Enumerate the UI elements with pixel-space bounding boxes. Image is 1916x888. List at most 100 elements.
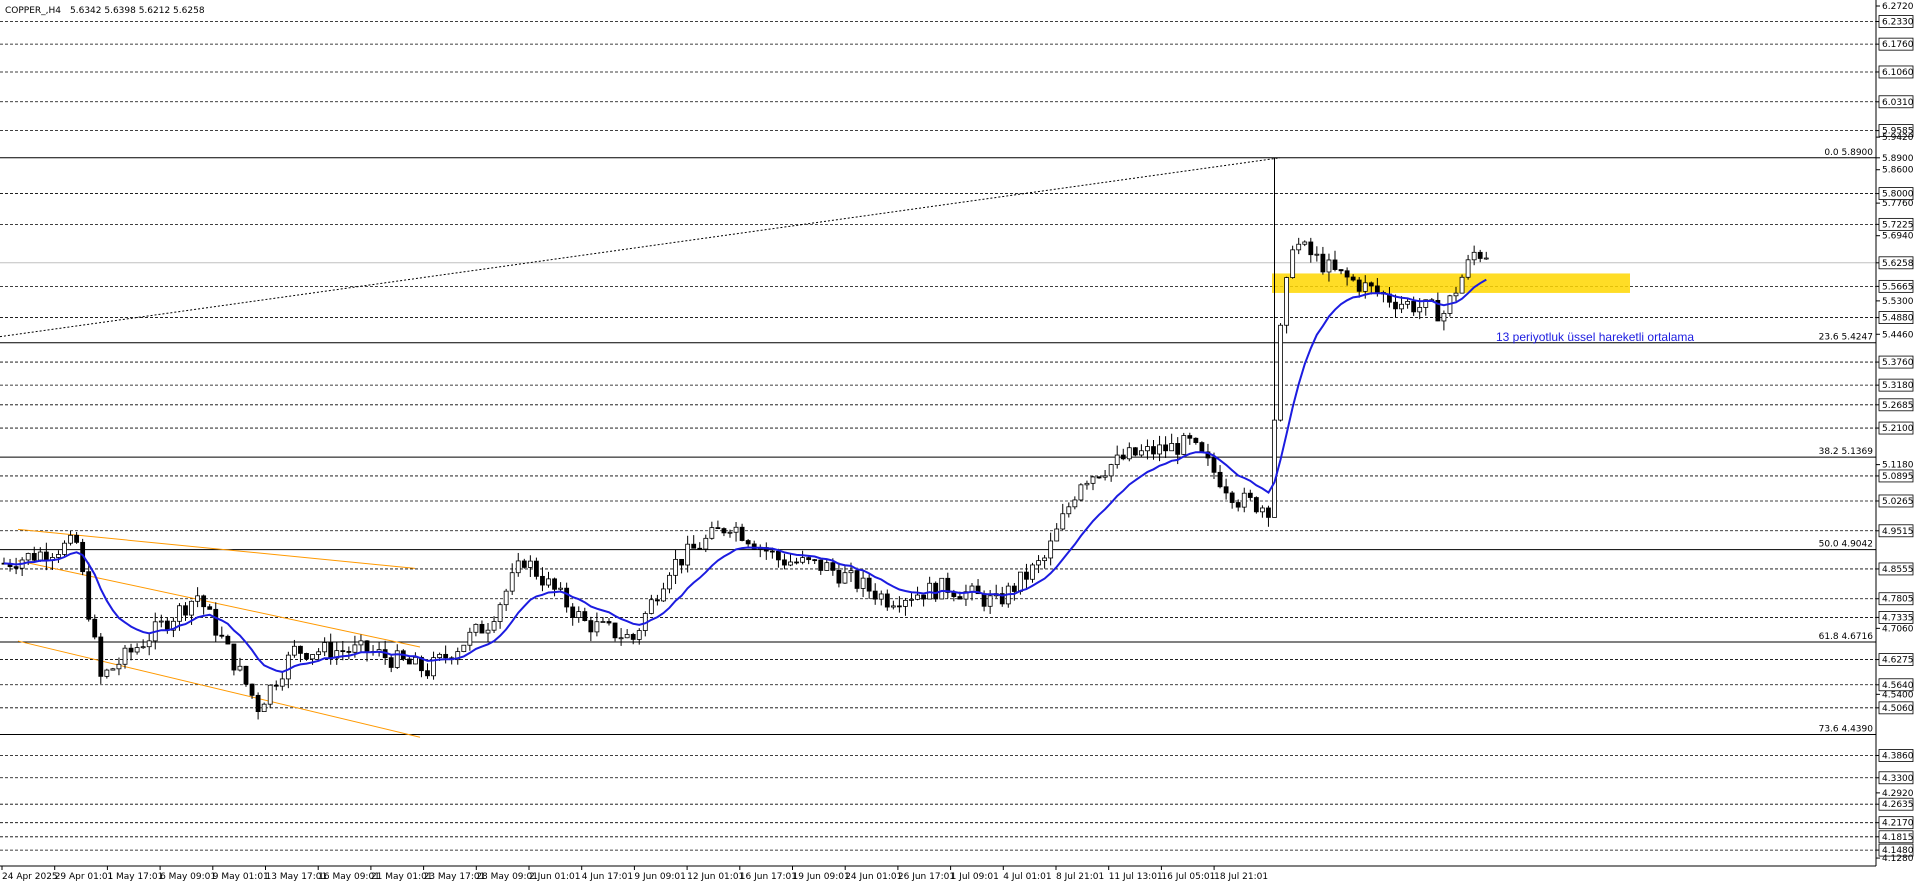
- candle-body: [648, 599, 654, 614]
- candle-body: [890, 605, 896, 608]
- price-tick: 4.7060: [1876, 624, 1914, 634]
- candle-body: [782, 559, 787, 566]
- price-tick-label: 6.1760: [1882, 40, 1914, 50]
- candle-body: [703, 537, 709, 550]
- price-tick: 5.0895: [1876, 469, 1914, 483]
- time-tick-label: 4 Jul 01:01: [1003, 872, 1051, 882]
- candle-body: [521, 560, 527, 568]
- fib-level-label: 38.2 5.1369: [1819, 447, 1874, 457]
- candle-body: [1374, 285, 1380, 293]
- candle-body: [110, 668, 116, 671]
- time-tick-label: 9 May 01:01: [213, 872, 269, 882]
- candle-body: [1362, 282, 1368, 292]
- candle-body: [739, 526, 745, 541]
- candle-body: [1120, 454, 1126, 460]
- price-tick-label: 6.2330: [1882, 17, 1914, 27]
- candle-body: [1399, 303, 1404, 310]
- candle-body: [1078, 484, 1084, 501]
- candle-body: [104, 669, 110, 677]
- candle-body: [219, 634, 225, 637]
- candle-body: [812, 559, 818, 562]
- candle-body: [860, 577, 866, 589]
- price-tick: 6.1060: [1876, 65, 1914, 79]
- price-tick-label: 5.6258: [1882, 259, 1914, 269]
- candle-body: [146, 640, 152, 648]
- candle-body: [340, 650, 346, 653]
- price-tick-label: 4.5060: [1882, 704, 1914, 714]
- candle-body: [1175, 443, 1181, 455]
- price-tick-label: 5.8000: [1882, 190, 1914, 200]
- candle-body: [43, 551, 49, 561]
- candle-body: [1477, 251, 1483, 259]
- price-tick-label: 4.6275: [1882, 656, 1914, 666]
- ema-annotation: 13 periyotluk üssel hareketli ortalama: [1496, 330, 1694, 344]
- price-tick: 4.1280: [1876, 854, 1914, 864]
- candle-body: [237, 665, 243, 671]
- candle-body: [987, 595, 993, 607]
- price-chart: 0.0 5.8900 23.6 5.4247 38.2 5.1369 50.0 4.9…: [0, 0, 1916, 888]
- price-tick-label: 5.5300: [1882, 297, 1914, 307]
- candle-body: [769, 550, 775, 553]
- ohlc-readout: 5.6342 5.6398 5.6212 5.6258: [70, 6, 205, 16]
- candle-body: [1405, 301, 1410, 305]
- candle-body: [1260, 507, 1265, 513]
- time-tick-label: 16 Jul 05:01: [1161, 872, 1215, 882]
- time-tick-label: 26 Jun 17:01: [898, 872, 955, 882]
- price-tick: 4.2920: [1876, 789, 1914, 799]
- price-tick-label: 5.7760: [1882, 199, 1914, 209]
- time-tick-label: 1 Jul 09:01: [951, 872, 999, 882]
- candle-body: [884, 593, 890, 608]
- time-tick-label: 9 Jun 09:01: [634, 872, 685, 882]
- candle-body: [1036, 560, 1041, 566]
- time-tick-label: 2 Jun 01:01: [529, 872, 580, 882]
- candle-body: [824, 562, 830, 571]
- candle-body: [255, 694, 261, 712]
- candle-body: [1139, 450, 1144, 456]
- time-tick-label: 11 Jul 13:01: [1109, 872, 1163, 882]
- price-tick: 5.5665: [1876, 279, 1914, 293]
- candle-body: [285, 654, 291, 680]
- price-tick: 4.9515: [1876, 524, 1914, 538]
- candle-body: [667, 574, 672, 590]
- candle-body: [177, 605, 182, 622]
- time-tick-label: 8 Jul 21:01: [1056, 872, 1104, 882]
- candle-body: [1453, 292, 1459, 297]
- candle: [1253, 496, 1259, 514]
- candle-body: [836, 569, 842, 584]
- candle-body: [745, 540, 751, 545]
- candle-body: [933, 582, 939, 600]
- price-tick-label: 4.7060: [1882, 624, 1914, 634]
- candle-body: [1151, 446, 1156, 455]
- price-tick: 5.8900: [1876, 154, 1914, 164]
- candle-body: [1084, 482, 1090, 486]
- candle-body: [273, 684, 279, 687]
- candle-body: [1332, 259, 1338, 270]
- candle-body: [1145, 446, 1150, 452]
- candle-body: [1247, 492, 1253, 498]
- candle-body: [195, 595, 201, 602]
- price-tick-label: 5.6940: [1882, 232, 1914, 242]
- candle: [1459, 274, 1465, 294]
- price-tick-label: 4.8555: [1882, 565, 1914, 575]
- candle-body: [1302, 241, 1308, 245]
- candle-body: [1272, 419, 1277, 518]
- price-tick: 5.4460: [1876, 330, 1914, 340]
- candle-body: [509, 572, 515, 592]
- candle-body: [249, 683, 255, 696]
- candle-body: [957, 596, 963, 600]
- candle-body: [1350, 276, 1356, 281]
- candle-body: [655, 599, 660, 602]
- price-tick: 4.3300: [1876, 771, 1914, 785]
- candle-body: [158, 620, 164, 623]
- candle: [1278, 323, 1283, 422]
- price-tick-label: 6.0310: [1882, 98, 1914, 108]
- candle-body: [915, 594, 920, 600]
- price-tick: 4.1815: [1876, 830, 1914, 844]
- price-tick: 5.3760: [1876, 355, 1914, 369]
- candle-body: [1042, 557, 1047, 562]
- candle-body: [606, 621, 612, 624]
- price-tick: 5.0265: [1876, 494, 1914, 508]
- candle-body: [122, 647, 128, 665]
- price-tick: 4.2635: [1876, 797, 1914, 811]
- candle-body: [909, 598, 914, 601]
